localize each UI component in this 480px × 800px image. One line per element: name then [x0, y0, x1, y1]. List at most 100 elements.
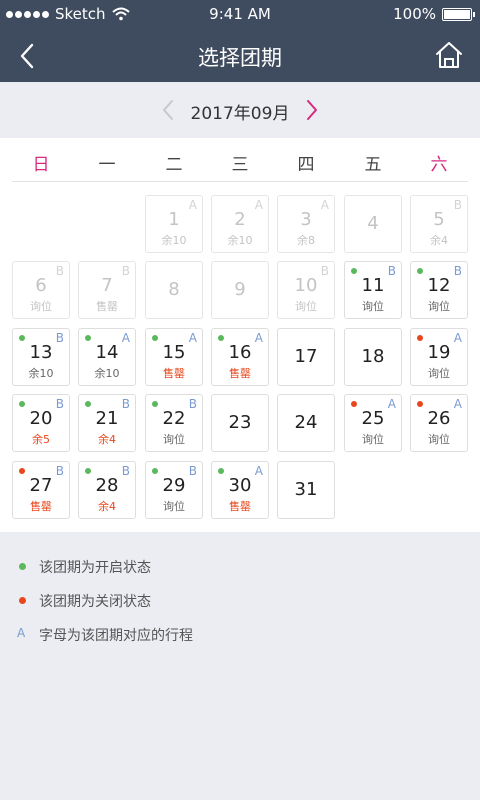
day-cell[interactable]: 17 [277, 328, 335, 386]
day-cell: 4 [344, 195, 402, 253]
day-cell[interactable]: 14 A 余10 [78, 328, 136, 386]
day-cell: 2 A 余10 [211, 195, 269, 253]
day-cell[interactable]: 31 [277, 461, 335, 519]
day-number: 21 [95, 408, 119, 429]
itinerary-letter: B [387, 264, 396, 278]
day-number: 2 [234, 209, 246, 230]
day-number: 7 [101, 275, 113, 296]
availability-label: 询位 [428, 433, 450, 446]
availability-label: 售罄 [30, 500, 52, 513]
weekday-tue: 二 [165, 155, 183, 175]
day-number: 3 [300, 209, 312, 230]
itinerary-letter-sample: A [17, 626, 26, 640]
itinerary-letter: B [55, 264, 64, 278]
itinerary-letter: A [453, 397, 462, 411]
weekday-sun: 日 [32, 155, 50, 175]
availability-label: 询位 [362, 433, 384, 446]
itinerary-letter: B [121, 264, 130, 278]
open-status-dot-icon [85, 335, 91, 341]
availability-label: 询位 [428, 367, 450, 380]
weekday-wed: 三 [231, 155, 249, 175]
open-status-dot-icon [218, 335, 224, 341]
day-cell[interactable]: 21 B 余4 [78, 394, 136, 452]
day-cell[interactable]: 19 A 询位 [410, 328, 468, 386]
day-number: 24 [294, 412, 318, 433]
day-cell[interactable]: 29 B 询位 [145, 461, 203, 519]
availability-label: 余4 [430, 234, 448, 247]
legend-closed: 该团期为关闭状态 [0, 591, 480, 611]
day-cell[interactable]: 30 A 售罄 [211, 461, 269, 519]
day-number: 4 [367, 213, 379, 234]
itinerary-letter: B [55, 331, 64, 345]
day-cell[interactable]: 28 B 余4 [78, 461, 136, 519]
itinerary-letter: B [121, 464, 130, 478]
weekday-fri: 五 [364, 155, 382, 175]
day-number: 25 [361, 408, 385, 429]
itinerary-letter: B [453, 198, 462, 212]
day-number: 28 [95, 475, 119, 496]
day-cell[interactable]: 24 [277, 394, 335, 452]
day-cell[interactable]: 16 A 售罄 [211, 328, 269, 386]
day-number: 27 [29, 475, 53, 496]
next-month-chevron-icon[interactable] [302, 98, 322, 122]
open-status-dot-icon [417, 268, 423, 274]
day-cell[interactable]: 23 [211, 394, 269, 452]
battery-icon [442, 7, 475, 21]
itinerary-letter: B [320, 264, 329, 278]
itinerary-letter: B [188, 397, 197, 411]
day-cell[interactable]: 12 B 询位 [410, 261, 468, 319]
day-number: 8 [168, 279, 180, 300]
day-number: 10 [294, 275, 318, 296]
availability-label: 询位 [428, 300, 450, 313]
day-cell: 10 B 询位 [277, 261, 335, 319]
availability-label: 余10 [28, 367, 54, 380]
day-cell[interactable]: 11 B 询位 [344, 261, 402, 319]
day-cell: 6 B 询位 [12, 261, 70, 319]
home-icon[interactable] [434, 40, 464, 70]
availability-label: 余10 [227, 234, 253, 247]
availability-label: 余4 [98, 433, 116, 446]
legend-letter-text: 字母为该团期对应的行程 [39, 628, 193, 644]
open-status-dot-icon [218, 468, 224, 474]
availability-label: 余8 [297, 234, 315, 247]
closed-status-dot-icon [417, 335, 423, 341]
legend-open: 该团期为开启状态 [0, 557, 480, 577]
day-cell[interactable]: 18 [344, 328, 402, 386]
page-title: 选择团期 [198, 46, 282, 70]
day-number: 1 [168, 209, 180, 230]
open-status-dot-icon [152, 401, 158, 407]
day-cell[interactable]: 15 A 售罄 [145, 328, 203, 386]
day-number: 5 [433, 209, 445, 230]
itinerary-letter: A [121, 331, 130, 345]
open-status-dot-icon [351, 268, 357, 274]
day-number: 19 [427, 342, 451, 363]
day-cell[interactable]: 13 B 余10 [12, 328, 70, 386]
day-cell[interactable]: 27 B 售罄 [12, 461, 70, 519]
nav-bar: 选择团期 [0, 30, 480, 82]
legend-open-text: 该团期为开启状态 [39, 560, 151, 576]
open-status-dot-icon [152, 468, 158, 474]
itinerary-letter: A [387, 397, 396, 411]
day-cell[interactable]: 26 A 询位 [410, 394, 468, 452]
month-label: 2017年09月 [190, 104, 290, 124]
itinerary-letter: B [55, 464, 64, 478]
itinerary-letter: A [254, 464, 263, 478]
availability-label: 售罄 [229, 367, 251, 380]
day-cell[interactable]: 20 B 余5 [12, 394, 70, 452]
day-number: 17 [294, 346, 318, 367]
itinerary-letter: A [254, 331, 263, 345]
day-cell[interactable]: 22 B 询位 [145, 394, 203, 452]
day-number: 13 [29, 342, 53, 363]
availability-label: 余5 [32, 433, 50, 446]
day-cell[interactable]: 25 A 询位 [344, 394, 402, 452]
closed-status-dot-icon [417, 401, 423, 407]
open-status-dot-icon [152, 335, 158, 341]
availability-label: 询位 [30, 300, 52, 313]
day-number: 22 [162, 408, 186, 429]
availability-label: 售罄 [229, 500, 251, 513]
open-status-dot-icon [85, 401, 91, 407]
status-bar: Sketch 9:41 AM 100% [0, 0, 480, 30]
day-number: 12 [427, 275, 451, 296]
day-number: 31 [294, 479, 318, 500]
itinerary-letter: A [188, 198, 197, 212]
